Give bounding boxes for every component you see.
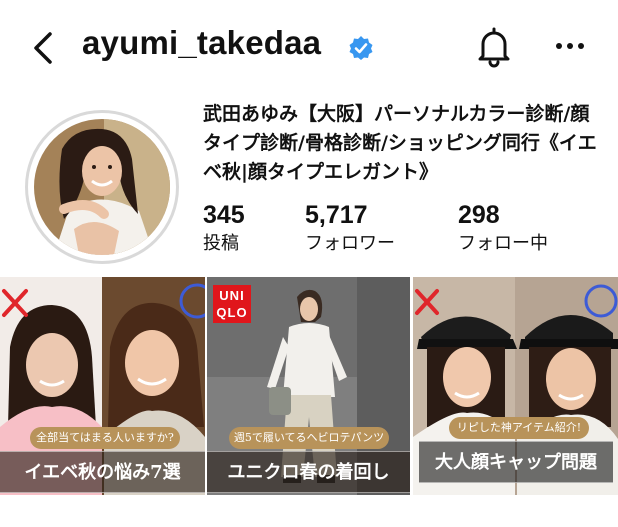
notifications-button[interactable] [474,26,514,68]
verified-badge-icon [348,35,374,61]
post-3-subcaption: リピした神アイテム紹介! [449,417,589,439]
post-thumbnail-2[interactable]: UNI QLO 週5で履いてるヘビロテパンツ ユニクロ春の着回し [207,277,410,495]
uniqlo-logo: UNI QLO [213,285,251,323]
posts-count[interactable]: 345 投稿 [203,200,245,258]
avatar[interactable] [25,110,179,264]
post-1-caption: イエベ秋の悩み7選 [0,451,205,493]
back-chevron-icon [34,32,52,64]
following-count-label: フォロー中 [458,233,548,254]
posts-grid: 全部当てはまる人いますか? イエベ秋の悩み7選 UNI QLO 週5で履いてるヘ… [0,277,618,495]
more-dots-icon [556,43,584,49]
post-1-subcaption: 全部当てはまる人いますか? [30,427,180,449]
post-3-caption: 大人顔キャップ問題 [419,441,613,483]
post-2-subcaption: 週5で履いてるヘビロテパンツ [229,427,389,449]
posts-count-label: 投稿 [203,233,239,254]
back-button[interactable] [28,28,62,68]
post-thumbnail-1[interactable]: 全部当てはまる人いますか? イエベ秋の悩み7選 [0,277,205,495]
bell-icon [478,27,510,68]
followers-count-value: 5,717 [305,201,368,229]
post-thumbnail-3[interactable]: リピした神アイテム紹介! 大人顔キャップ問題 [413,277,618,495]
profile-username: ayumi_takedaa [82,24,322,61]
posts-count-value: 345 [203,201,245,229]
followers-count[interactable]: 5,717 フォロワー [305,200,395,258]
more-options-button[interactable] [552,36,588,56]
profile-bio: 武田あゆみ【大阪】パーソナルカラー診断/顔タイプ診断/骨格診断/ショッピング同行… [203,103,597,183]
post-2-caption: ユニクロ春の着回し [207,451,410,493]
followers-count-label: フォロワー [305,233,395,254]
following-count[interactable]: 298 フォロー中 [458,200,548,258]
following-count-value: 298 [458,201,500,229]
profile-header: ayumi_takedaa [0,0,618,92]
avatar-photo [34,119,170,255]
